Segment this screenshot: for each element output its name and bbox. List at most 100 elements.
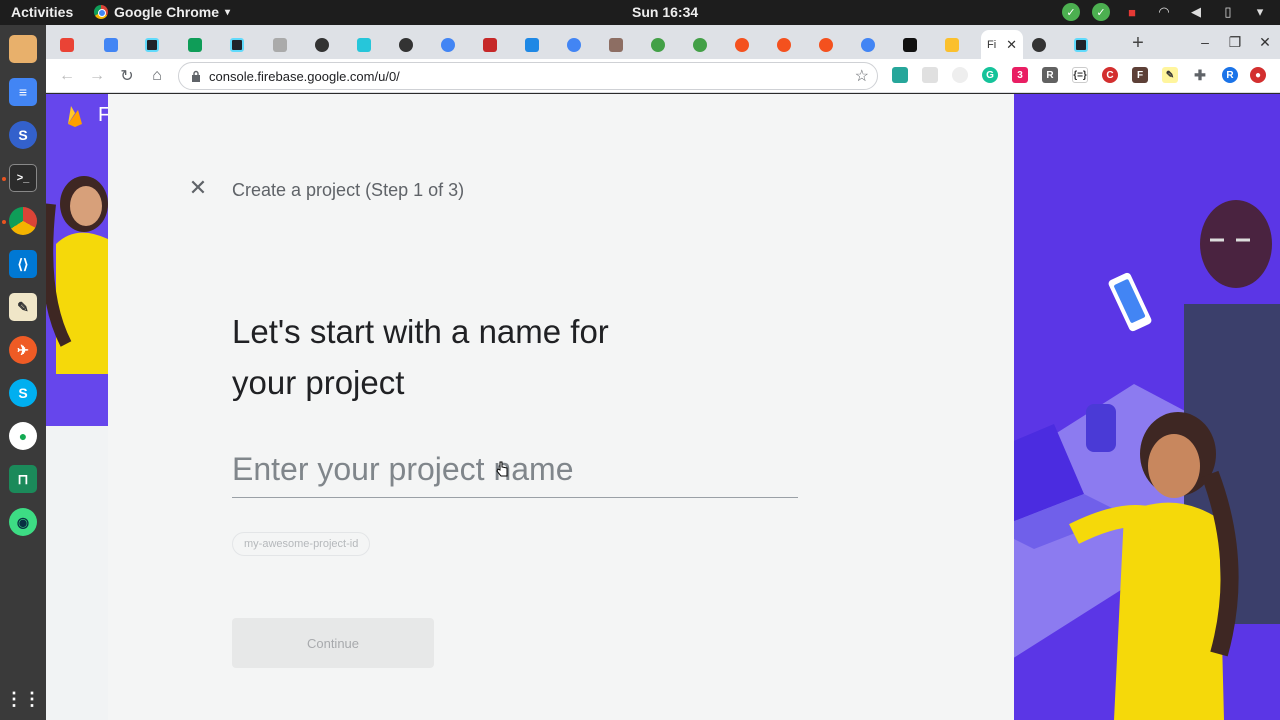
terminal-icon[interactable]: >_ <box>9 164 37 192</box>
tab[interactable] <box>273 30 287 59</box>
extension-icon[interactable]: C <box>1102 67 1118 83</box>
volume-icon[interactable]: ◀ <box>1186 2 1206 22</box>
tab-strip: Fi ✕ + – ❐ ✕ <box>46 25 1280 59</box>
tab[interactable] <box>735 30 749 59</box>
tab[interactable] <box>1074 30 1088 59</box>
app-menu[interactable]: Google Chrome ▾ <box>94 4 230 20</box>
tab[interactable] <box>945 30 959 59</box>
new-tab-button[interactable]: + <box>1126 31 1150 55</box>
google-icon <box>861 37 875 52</box>
tab[interactable] <box>525 30 539 59</box>
wifi-icon[interactable]: ◠ <box>1154 2 1174 22</box>
tab[interactable] <box>819 30 833 59</box>
update-icon[interactable]: ● <box>1250 67 1266 83</box>
tab[interactable] <box>441 30 455 59</box>
sync-check-icon[interactable]: ✓ <box>1092 3 1110 21</box>
extension-icon[interactable]: {=} <box>1072 67 1088 83</box>
simplenote-icon[interactable]: S <box>9 121 37 149</box>
app-tab-icon <box>945 37 959 52</box>
android-studio-icon[interactable]: ◉ <box>9 508 37 536</box>
back-icon[interactable]: ← <box>56 65 78 87</box>
react-icon <box>230 37 244 52</box>
tab[interactable] <box>777 30 791 59</box>
chrome-dock-icon[interactable] <box>9 207 37 235</box>
tab[interactable] <box>651 30 665 59</box>
window-controls: – ❐ ✕ <box>1190 25 1280 59</box>
tab[interactable] <box>188 30 202 59</box>
text-editor-icon[interactable]: ✎ <box>9 293 37 321</box>
system-tray: ✓ ✓ ■ ◠ ◀ ▯ ▾ <box>1062 2 1270 22</box>
skype-icon[interactable]: S <box>9 379 37 407</box>
running-indicator <box>2 220 6 224</box>
tab[interactable] <box>60 30 74 59</box>
activities-button[interactable]: Activities <box>11 4 73 20</box>
tab[interactable] <box>567 30 581 59</box>
project-name-input[interactable] <box>232 442 798 498</box>
link-icon <box>273 37 287 52</box>
google-icon <box>441 37 455 52</box>
browser-toolbar: ← → ↻ ⌂ console.firebase.google.com/u/0/… <box>46 59 1280 93</box>
maximize-icon[interactable]: ❐ <box>1220 25 1250 59</box>
minimize-icon[interactable]: – <box>1190 25 1220 59</box>
close-icon[interactable]: ✕ <box>188 175 208 200</box>
extension-icon[interactable]: R <box>1042 67 1058 83</box>
tab-firebase-active[interactable]: Fi ✕ <box>981 30 1024 59</box>
power-menu-icon[interactable]: ▾ <box>1250 2 1270 22</box>
app-tab-icon <box>357 37 371 52</box>
app-tab-icon <box>903 37 917 52</box>
tab[interactable] <box>104 30 118 59</box>
chrome-icon <box>94 5 108 19</box>
console-background-lower <box>46 426 108 720</box>
tab[interactable] <box>609 30 623 59</box>
address-bar[interactable]: console.firebase.google.com/u/0/ ☆ <box>178 62 878 90</box>
app-tab-icon <box>609 37 623 52</box>
profile-avatar[interactable]: R <box>1222 67 1238 83</box>
vpn-check-icon[interactable]: ✓ <box>1062 3 1080 21</box>
tab[interactable] <box>315 30 329 59</box>
extension-icon[interactable] <box>892 67 908 83</box>
battery-icon[interactable]: ▯ <box>1218 2 1238 22</box>
files-icon[interactable] <box>9 35 37 63</box>
project-id-chip[interactable]: my-awesome-project-id <box>232 532 371 556</box>
tab[interactable] <box>230 30 244 59</box>
bookmark-star-icon[interactable]: ☆ <box>855 66 869 86</box>
recording-icon[interactable]: ■ <box>1122 2 1142 22</box>
app-tab-icon <box>777 37 791 52</box>
tab[interactable] <box>1032 30 1046 59</box>
show-apps-icon[interactable]: ⋮⋮ <box>5 685 41 713</box>
tab[interactable] <box>399 30 413 59</box>
app-tab-icon <box>735 37 749 52</box>
tab[interactable] <box>357 30 371 59</box>
forward-icon[interactable]: → <box>86 65 108 87</box>
system-top-bar: Activities Google Chrome ▾ Sun 16:34 ✓ ✓… <box>0 0 1280 25</box>
tab[interactable] <box>145 30 159 59</box>
extensions-puzzle-icon[interactable]: ✚ <box>1192 67 1208 83</box>
extension-icon[interactable] <box>922 67 938 83</box>
workspace-illustration <box>1014 94 1280 720</box>
tab[interactable] <box>693 30 707 59</box>
firebase-page: F ✕ Create a project (Step 1 of 3) Let's… <box>46 94 1280 720</box>
app-icon[interactable]: ⊓ <box>9 465 37 493</box>
google-icon <box>104 37 118 52</box>
postman-icon[interactable]: ✈ <box>9 336 37 364</box>
home-icon[interactable]: ⌂ <box>146 65 168 87</box>
extension-icon[interactable]: ✎ <box>1162 67 1178 83</box>
app-tab-icon <box>819 37 833 52</box>
close-window-icon[interactable]: ✕ <box>1250 25 1280 59</box>
vscode-icon[interactable]: ⟨⟩ <box>9 250 37 278</box>
extension-icon[interactable]: F <box>1132 67 1148 83</box>
close-tab-icon[interactable]: ✕ <box>1006 37 1017 53</box>
extension-icon[interactable] <box>952 67 968 83</box>
grammarly-icon[interactable]: G <box>982 67 998 83</box>
tab[interactable] <box>903 30 917 59</box>
code-icon <box>525 37 539 52</box>
console-background: F <box>46 94 108 426</box>
mongodb-icon[interactable]: ● <box>9 422 37 450</box>
tab[interactable] <box>483 30 497 59</box>
docs-icon[interactable]: ≡ <box>9 78 37 106</box>
extension-icon[interactable]: 3 <box>1012 67 1028 83</box>
reload-icon[interactable]: ↻ <box>116 65 138 87</box>
clock[interactable]: Sun 16:34 <box>632 4 698 20</box>
tab[interactable] <box>861 30 875 59</box>
continue-button[interactable]: Continue <box>232 618 434 668</box>
